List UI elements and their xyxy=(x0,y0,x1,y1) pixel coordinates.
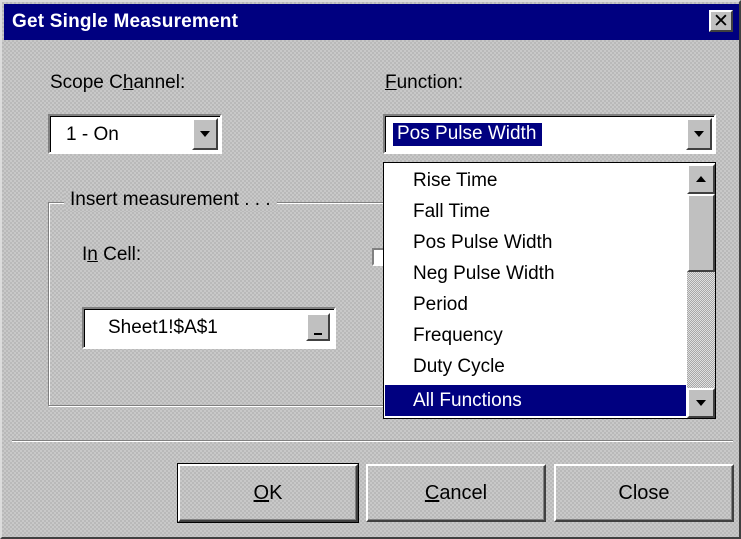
close-window-button[interactable]: ✕ xyxy=(709,10,733,32)
close-button-label: Close xyxy=(618,482,670,504)
chevron-down-icon xyxy=(696,400,706,406)
scroll-thumb[interactable] xyxy=(687,194,715,272)
insert-measurement-group xyxy=(48,202,388,406)
insert-measurement-legend: Insert measurement . . . xyxy=(64,189,277,211)
scroll-up-button[interactable] xyxy=(687,164,715,194)
list-scrollbar[interactable] xyxy=(687,164,715,418)
list-item-frequency[interactable]: Frequency xyxy=(385,320,686,351)
cell-reference-value: Sheet1!$A$1 xyxy=(108,317,218,338)
list-item-pos-pulse-width[interactable]: Pos Pulse Width xyxy=(385,227,686,258)
list-item-fall-time[interactable]: Fall Time xyxy=(385,196,686,227)
cancel-button-label: Cancel xyxy=(424,482,488,504)
scope-channel-label: Scope Channel: xyxy=(50,72,186,93)
scope-channel-dropdown-button[interactable] xyxy=(192,118,218,150)
close-icon: ✕ xyxy=(713,11,729,32)
close-button[interactable]: Close xyxy=(554,464,734,522)
dialog-title: Get Single Measurement xyxy=(12,11,239,32)
cancel-button[interactable]: Cancel xyxy=(366,464,546,522)
list-item-period[interactable]: Period xyxy=(385,289,686,320)
title-bar[interactable]: Get Single Measurement ✕ xyxy=(4,4,739,40)
scroll-down-button[interactable] xyxy=(687,388,715,418)
list-item-rise-time[interactable]: Rise Time xyxy=(385,165,686,196)
scope-channel-select[interactable]: 1 - On xyxy=(48,114,222,154)
scope-channel-value: 1 - On xyxy=(66,124,119,145)
chevron-down-icon xyxy=(694,131,704,137)
function-select[interactable]: Pos Pulse Width xyxy=(383,114,716,154)
list-item-all-functions[interactable]: All Functions xyxy=(385,385,686,416)
ok-button-label: OK xyxy=(253,482,283,504)
list-item-duty-cycle[interactable]: Duty Cycle xyxy=(385,351,686,382)
chevron-down-icon xyxy=(200,131,210,137)
function-value: Pos Pulse Width xyxy=(393,123,543,146)
measurement-dialog: Get Single Measurement ✕ Scope Channel: … xyxy=(0,0,741,539)
function-dropdown-list[interactable]: Rise Time Fall Time Pos Pulse Width Neg … xyxy=(383,162,716,419)
function-dropdown-button[interactable] xyxy=(686,118,712,150)
collapse-icon xyxy=(314,333,322,335)
chevron-up-icon xyxy=(696,176,706,182)
cell-reference-input[interactable]: Sheet1!$A$1 xyxy=(82,307,336,349)
in-cell-label: In Cell: xyxy=(82,244,142,265)
separator xyxy=(12,440,733,442)
collapse-dialog-button[interactable] xyxy=(306,313,330,341)
function-label: Function: xyxy=(385,72,464,93)
ok-button[interactable]: OK xyxy=(177,463,359,523)
list-item-neg-pulse-width[interactable]: Neg Pulse Width xyxy=(385,258,686,289)
